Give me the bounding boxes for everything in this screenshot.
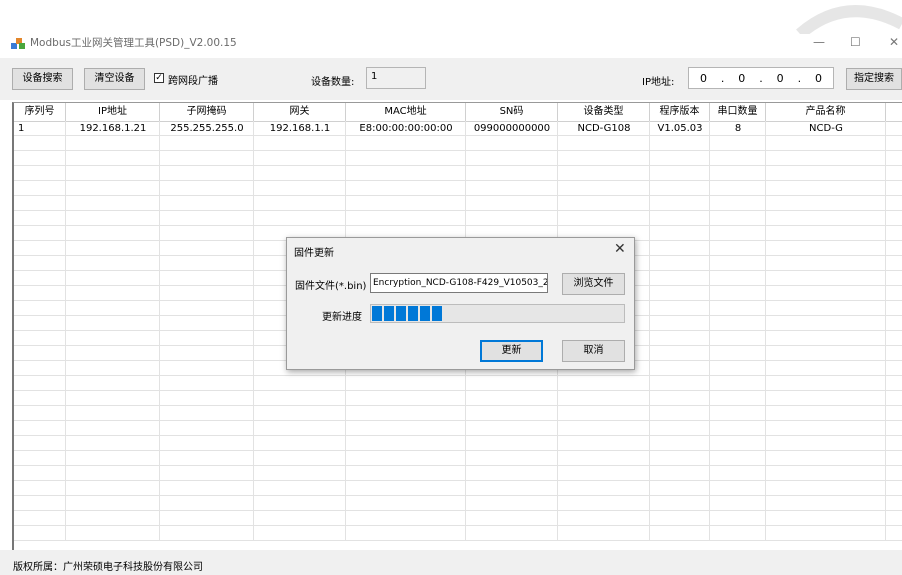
app-icon xyxy=(11,38,25,49)
column-header[interactable]: 产品名称 xyxy=(766,103,886,121)
table-cell: 1 xyxy=(18,123,25,134)
column-header[interactable]: IP地址 xyxy=(66,103,160,121)
dialog-title: 固件更新 xyxy=(294,248,334,259)
table-row[interactable] xyxy=(14,211,902,226)
table-row[interactable] xyxy=(14,526,902,541)
progress-segment xyxy=(420,306,430,321)
column-header[interactable]: MAC地址 xyxy=(346,103,466,121)
ip-octet-2[interactable]: 0 xyxy=(738,72,745,85)
ip-dot: . xyxy=(797,71,802,85)
ip-address-input[interactable]: 0. 0. 0. 0 xyxy=(688,67,834,89)
table-row[interactable] xyxy=(14,436,902,451)
firmware-file-label: 固件文件(*.bin) xyxy=(295,281,367,292)
table-row[interactable] xyxy=(14,136,902,151)
table-row[interactable] xyxy=(14,511,902,526)
update-progress-label: 更新进度 xyxy=(322,312,362,323)
device-count-field: 1 xyxy=(366,67,426,89)
browse-file-button[interactable]: 浏览文件 xyxy=(562,273,625,295)
table-cell: NCD-G108 xyxy=(577,123,631,134)
column-header[interactable]: 子网掩码 xyxy=(160,103,254,121)
column-header[interactable]: SN码 xyxy=(466,103,558,121)
column-header[interactable]: 串口数量 xyxy=(710,103,766,121)
broadcast-label[interactable]: 跨网段广播 xyxy=(168,72,218,87)
progress-segment xyxy=(432,306,442,321)
update-button[interactable]: 更新 xyxy=(480,340,543,362)
firmware-file-input[interactable]: Encryption_NCD-G108-F429_V10503_202 xyxy=(370,273,548,293)
table-row[interactable] xyxy=(14,421,902,436)
table-row[interactable] xyxy=(14,151,902,166)
progress-segment xyxy=(408,306,418,321)
table-row[interactable] xyxy=(14,406,902,421)
ip-dot: . xyxy=(759,71,763,85)
window-title: Modbus工业网关管理工具(PSD)_V2.00.15 xyxy=(30,37,237,49)
broadcast-checkbox[interactable]: ✓ xyxy=(154,73,164,83)
ip-octet-3[interactable]: 0 xyxy=(777,72,784,85)
table-cell: V1.05.03 xyxy=(657,123,703,134)
table-header: 序列号 IP地址 子网掩码 网关 MAC地址 SN码 设备类型 程序版本 串口数量 产品名称 xyxy=(14,103,902,122)
table-row[interactable] xyxy=(14,496,902,511)
update-progress-bar xyxy=(370,304,625,323)
table-row[interactable] xyxy=(14,466,902,481)
specified-search-button[interactable]: 指定搜索 xyxy=(846,68,902,90)
ip-address-label: IP地址: xyxy=(642,77,675,88)
ip-dot: . xyxy=(720,71,725,85)
table-row[interactable] xyxy=(14,391,902,406)
table-row[interactable] xyxy=(14,196,902,211)
progress-segment xyxy=(396,306,406,321)
table-row[interactable] xyxy=(14,181,902,196)
progress-segment xyxy=(372,306,382,321)
copyright-text: 版权所属：广州荣硕电子科技股份有限公司 xyxy=(13,562,203,573)
device-search-button[interactable]: 设备搜索 xyxy=(12,68,73,90)
table-row[interactable] xyxy=(14,451,902,466)
dialog-close-icon[interactable]: ✕ xyxy=(614,241,626,257)
column-header[interactable]: 程序版本 xyxy=(650,103,710,121)
column-header[interactable]: 网关 xyxy=(254,103,346,121)
maximize-icon[interactable]: ☐ xyxy=(850,34,861,50)
progress-segment xyxy=(384,306,394,321)
table-row[interactable] xyxy=(14,376,902,391)
close-icon[interactable]: ✕ xyxy=(889,34,899,50)
table-cell: 8 xyxy=(734,123,742,134)
table-row[interactable] xyxy=(14,481,902,496)
decorative-arc xyxy=(796,5,902,34)
table-cell: NCD-G xyxy=(809,123,843,134)
table-cell: 192.168.1.21 xyxy=(79,123,147,134)
column-header[interactable]: 设备类型 xyxy=(558,103,650,121)
ip-octet-4[interactable]: 0 xyxy=(815,72,822,85)
clear-devices-button[interactable]: 清空设备 xyxy=(84,68,145,90)
table-cell: E8:00:00:00:00:00 xyxy=(359,123,453,134)
table-cell: 099000000000 xyxy=(473,123,551,134)
table-cell: 255.255.255.0 xyxy=(170,123,244,134)
device-count-label: 设备数量: xyxy=(311,77,355,88)
table-row[interactable]: 1 192.168.1.21 255.255.255.0 192.168.1.1 E8:… xyxy=(14,121,902,136)
table-row[interactable] xyxy=(14,166,902,181)
column-header[interactable]: 序列号 xyxy=(14,103,66,121)
table-cell: 192.168.1.1 xyxy=(269,123,331,134)
cancel-button[interactable]: 取消 xyxy=(562,340,625,362)
progress-fill xyxy=(372,306,442,321)
ip-octet-1[interactable]: 0 xyxy=(700,72,707,85)
minimize-icon[interactable]: — xyxy=(813,34,825,50)
